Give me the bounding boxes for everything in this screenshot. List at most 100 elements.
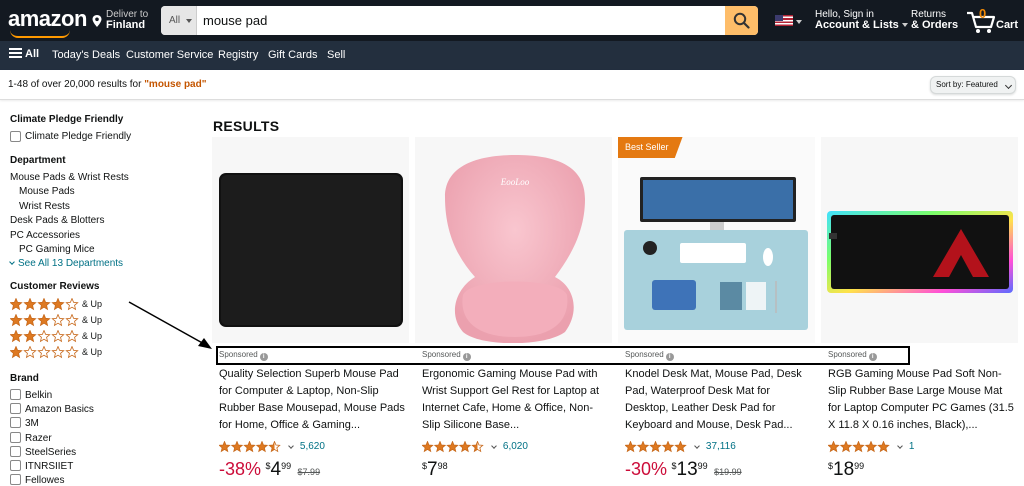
review-filter-label: & Up: [82, 347, 103, 357]
product-title[interactable]: Knodel Desk Mat, Mouse Pad, Desk Pad, Wa…: [625, 366, 811, 434]
brand-itnrsiiet[interactable]: ITNRSIIET: [25, 461, 73, 472]
brand-3m[interactable]: 3M: [25, 418, 39, 429]
product-title[interactable]: Ergonomic Gaming Mouse Pad with Wrist Su…: [422, 366, 608, 434]
brand-checkbox[interactable]: [10, 446, 21, 457]
product-price[interactable]: $1899: [828, 459, 864, 483]
product-price[interactable]: $798: [422, 459, 448, 483]
chevron-down-icon: [491, 443, 498, 449]
climate-option-label[interactable]: Climate Pledge Friendly: [25, 131, 131, 142]
product-price[interactable]: -38% $499 $7.99: [219, 459, 320, 483]
price-currency: $: [828, 461, 834, 471]
see-all-departments-link[interactable]: See All 13 Departments: [9, 258, 124, 269]
annotation-arrow-icon: [128, 301, 212, 349]
review-filter-1[interactable]: & Up: [9, 345, 102, 362]
star-icon: [65, 329, 79, 343]
results-count-text: 1-48 of over 20,000 results for: [8, 79, 145, 90]
results-heading: RESULTS: [213, 118, 280, 134]
review-count: 37,116: [705, 441, 736, 453]
product-rating[interactable]: 6,020: [422, 438, 528, 452]
brand-checkbox[interactable]: [10, 432, 21, 443]
product-rating[interactable]: 37,116: [625, 438, 736, 452]
dept-wrist-rests[interactable]: Wrist Rests: [19, 201, 70, 212]
brand-amazon-basics[interactable]: Amazon Basics: [25, 404, 94, 415]
logo-smile-icon: [10, 30, 70, 38]
cart-button[interactable]: 0 Cart: [966, 6, 1022, 36]
star-icon: [23, 329, 37, 343]
price-fraction: 99: [281, 461, 292, 471]
sort-dropdown[interactable]: Sort by: Featured: [930, 76, 1016, 94]
sort-label: Sort by:: [936, 80, 964, 89]
price-whole: 7: [427, 459, 438, 480]
returns-orders[interactable]: Returns & Orders: [911, 9, 958, 31]
cart-label: Cart: [996, 19, 1019, 31]
brand-checkbox[interactable]: [10, 417, 21, 428]
search-input[interactable]: [197, 6, 725, 35]
star-rating-icon: [422, 440, 484, 453]
dept-desk-pads[interactable]: Desk Pads & Blotters: [10, 215, 104, 226]
product-card: Sponsored i RGB Gaming Mouse Pad Soft Non…: [821, 137, 1018, 483]
search-button[interactable]: [725, 6, 758, 35]
dept-pc-gaming-mice[interactable]: PC Gaming Mice: [19, 244, 95, 255]
review-filter-2[interactable]: & Up: [9, 329, 102, 346]
product-image[interactable]: [212, 137, 409, 343]
star-icon: [51, 329, 65, 343]
star-icon: [828, 440, 840, 453]
product-rating[interactable]: 5,620: [219, 438, 325, 452]
star-icon: [864, 440, 878, 453]
nav-link-sell[interactable]: Sell: [327, 49, 345, 61]
review-filter-4[interactable]: & Up: [9, 297, 102, 314]
all-menu-button[interactable]: All: [9, 48, 39, 60]
nav-link-registry[interactable]: Registry: [218, 49, 258, 61]
price-currency: $: [671, 461, 677, 471]
product-image[interactable]: EooLoo: [415, 137, 612, 344]
product-image[interactable]: [821, 137, 1018, 343]
product-image[interactable]: Best Seller: [618, 137, 815, 343]
product-rating[interactable]: 1: [828, 438, 914, 452]
brand-steelseries[interactable]: SteelSeries: [25, 447, 76, 458]
product-title[interactable]: RGB Gaming Mouse Pad Soft Non-Slip Rubbe…: [828, 366, 1014, 434]
account-lists-label: Account & Lists: [815, 19, 899, 31]
see-all-label: See All 13 Departments: [18, 258, 124, 269]
product-card: Sponsored i Quality Selection Superb Mous…: [212, 137, 409, 483]
brand-checkbox[interactable]: [10, 389, 21, 400]
star-icon: [852, 440, 865, 453]
star-icon: [9, 345, 23, 359]
brand-belkin[interactable]: Belkin: [25, 390, 52, 401]
us-flag-icon[interactable]: [775, 15, 793, 26]
star-icon: [446, 440, 459, 453]
account-menu[interactable]: Hello, Sign in Account & Lists: [815, 9, 908, 31]
list-price: $19.99: [714, 467, 742, 477]
dept-mouse-pads-wrist-rests[interactable]: Mouse Pads & Wrist Rests: [10, 172, 129, 183]
search-icon: [733, 12, 750, 29]
star-icon: [636, 440, 650, 453]
search-category-dropdown[interactable]: All: [161, 6, 197, 35]
star-icon: [9, 329, 23, 343]
wrist-rest-mouse-pad-image: EooLoo: [445, 155, 585, 344]
nav-link-gift-cards[interactable]: Gift Cards: [268, 49, 318, 61]
dept-mouse-pads[interactable]: Mouse Pads: [19, 186, 75, 197]
dept-pc-accessories[interactable]: PC Accessories: [10, 230, 80, 241]
brand-fellowes[interactable]: Fellowes: [25, 475, 64, 486]
star-icon: [219, 440, 231, 453]
brand-checkbox[interactable]: [10, 474, 21, 485]
svg-text:EooLoo: EooLoo: [500, 177, 530, 187]
product-title[interactable]: Quality Selection Superb Mouse Pad for C…: [219, 366, 405, 434]
brand-razer[interactable]: Razer: [25, 433, 52, 444]
review-count: 1: [908, 441, 915, 453]
star-icon: [230, 440, 244, 453]
nav-link-todays-deals[interactable]: Today's Deals: [52, 49, 120, 61]
desk-mat-image: [618, 137, 815, 343]
star-icon: [37, 313, 51, 327]
brand-checkbox[interactable]: [10, 460, 21, 471]
amazon-logo[interactable]: amazon: [8, 6, 87, 32]
orders-label: & Orders: [911, 19, 959, 31]
nav-link-customer-service[interactable]: Customer Service: [126, 49, 213, 61]
review-filter-3[interactable]: & Up: [9, 313, 102, 330]
climate-checkbox[interactable]: [10, 131, 21, 142]
caret-down-icon: [901, 23, 908, 28]
star-icon: [51, 345, 65, 359]
review-count: 5,620: [299, 441, 325, 453]
star-rating-icon: [219, 440, 281, 453]
brand-checkbox[interactable]: [10, 403, 21, 414]
product-price[interactable]: -30% $1399 $19.99: [625, 459, 742, 483]
